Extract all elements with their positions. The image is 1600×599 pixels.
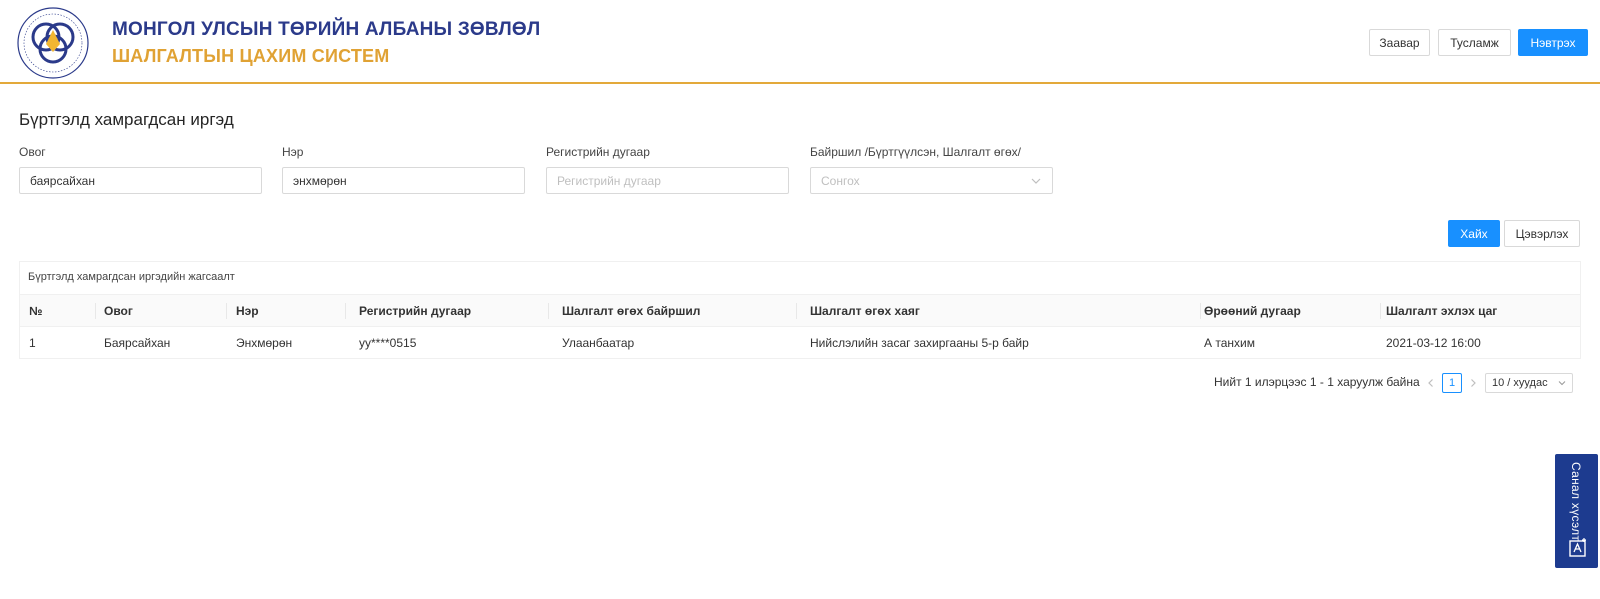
surname-input[interactable]: баярсайхан [19, 167, 262, 194]
cell-location: Улаанбаатар [562, 336, 635, 350]
chevron-left-icon[interactable] [1424, 376, 1438, 390]
login-button[interactable]: Нэвтрэх [1518, 29, 1588, 56]
pagination-page-1[interactable]: 1 [1442, 373, 1462, 393]
location-select[interactable]: Сонгох [810, 167, 1053, 194]
column-divider [95, 303, 96, 319]
name-label: Нэр [282, 145, 304, 159]
feedback-tab[interactable]: Санал хүсэлт [1555, 454, 1598, 568]
table-row[interactable]: 1 Баярсайхан Энхмөрөн уу****0515 Улаанба… [20, 327, 1580, 359]
column-divider [345, 303, 346, 319]
location-select-placeholder: Сонгох [821, 173, 860, 188]
feedback-label: Санал хүсэлт [1569, 462, 1583, 542]
help-button[interactable]: Тусламж [1438, 29, 1511, 56]
chevron-down-icon [1031, 178, 1041, 184]
results-card-title: Бүртгэлд хамрагдсан иргэдийн жагсаалт [28, 271, 235, 283]
register-input[interactable]: Регистрийн дугаар [546, 167, 789, 194]
cell-number: 1 [29, 336, 36, 350]
logo-seal [17, 7, 89, 79]
page-title: Бүртгэлд хамрагдсан иргэд [19, 110, 234, 129]
cell-address: Нийслэлийн засаг захиргааны 5-р байр [810, 336, 1029, 350]
search-button[interactable]: Хайх [1448, 220, 1500, 247]
clear-button[interactable]: Цэвэрлэх [1504, 220, 1580, 247]
col-header-address: Шалгалт өгөх хаяг [810, 303, 920, 318]
col-header-number: № [29, 303, 43, 318]
feedback-icon [1569, 538, 1586, 557]
pagination-summary: Нийт 1 илэрцээс 1 - 1 харуулж байна [1214, 375, 1420, 389]
guide-button[interactable]: Заавар [1369, 29, 1430, 56]
table-header: № Овог Нэр Регистрийн дугаар Шалгалт өгө… [20, 294, 1580, 327]
col-header-name: Нэр [236, 303, 259, 318]
results-card: Бүртгэлд хамрагдсан иргэдийн жагсаалт № … [19, 261, 1581, 359]
cell-start-time: 2021-03-12 16:00 [1386, 336, 1481, 350]
column-divider [548, 303, 549, 319]
brand-title: МОНГОЛ УЛСЫН ТӨРИЙН АЛБАНЫ ЗӨВЛӨЛ [112, 19, 541, 40]
page-size-value: 10 / хуудас [1492, 377, 1548, 389]
surname-label: Овог [19, 145, 46, 159]
chevron-right-icon[interactable] [1466, 376, 1480, 390]
chevron-down-icon [1558, 381, 1566, 386]
col-header-room: Өрөөний дугаар [1204, 303, 1301, 318]
brand-subtitle: ШАЛГАЛТЫН ЦАХИМ СИСТЕМ [112, 46, 390, 66]
col-header-surname: Овог [104, 303, 133, 318]
page-size-select[interactable]: 10 / хуудас [1485, 373, 1573, 393]
col-header-location: Шалгалт өгөх байршил [562, 303, 701, 318]
column-divider [796, 303, 797, 319]
column-divider [1200, 303, 1201, 319]
location-label: Байршил /Бүртгүүлсэн, Шалгалт өгөх/ [810, 145, 1021, 159]
cell-surname: Баярсайхан [104, 336, 171, 350]
cell-room: А танхим [1204, 336, 1255, 350]
register-label: Регистрийн дугаар [546, 145, 650, 159]
name-input[interactable]: энхмөрөн [282, 167, 525, 194]
app-header: МОНГОЛ УЛСЫН ТӨРИЙН АЛБАНЫ ЗӨВЛӨЛ ШАЛГАЛ… [0, 0, 1600, 84]
column-divider [226, 303, 227, 319]
cell-name: Энхмөрөн [236, 336, 293, 350]
col-header-start-time: Шалгалт эхлэх цаг [1386, 303, 1498, 318]
cell-register: уу****0515 [359, 336, 417, 350]
column-divider [1380, 303, 1381, 319]
col-header-register: Регистрийн дугаар [359, 303, 472, 318]
